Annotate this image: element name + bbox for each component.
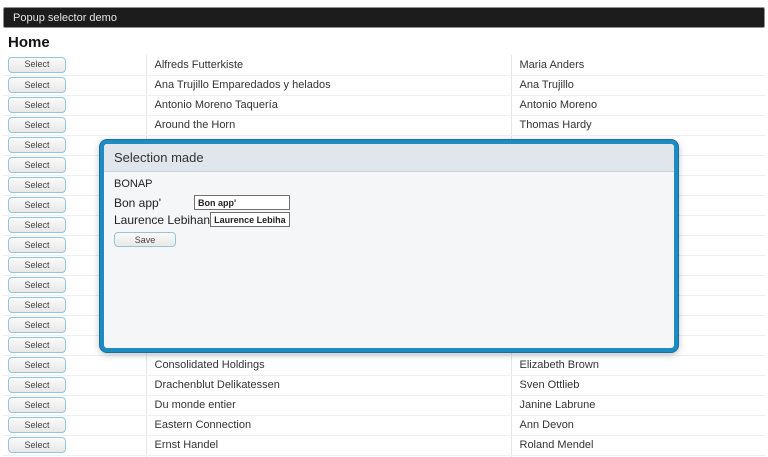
select-cell: Select — [3, 415, 146, 436]
select-button[interactable]: Select — [8, 217, 66, 233]
select-button[interactable]: Select — [8, 197, 66, 213]
contact-cell: Thomas Hardy — [510, 115, 765, 136]
contact-cell: Antonio Moreno — [510, 95, 765, 116]
company-cell: Drachenblut Delikatessen — [145, 375, 511, 396]
select-cell: Select — [3, 375, 146, 396]
contact-cell: Ana Trujillo — [510, 75, 765, 96]
contact-field-row: Laurence Lebihan — [114, 212, 290, 227]
company-cell: Eastern Connection — [145, 415, 511, 436]
contact-field-label: Laurence Lebihan — [114, 212, 211, 227]
select-button[interactable]: Select — [8, 117, 66, 133]
table-row: Select Ernst Handel Roland Mendel — [3, 435, 765, 456]
company-cell: Alfreds Futterkiste — [145, 55, 511, 76]
select-button[interactable]: Select — [8, 257, 66, 273]
table-row: Select Antonio Moreno Taquería Antonio Mor… — [3, 95, 765, 116]
save-button[interactable]: Save — [114, 232, 176, 247]
select-button[interactable]: Select — [8, 417, 66, 433]
table-row: Select Consolidated Holdings Elizabeth Bro… — [3, 355, 765, 376]
contact-cell: Sven Ottlieb — [510, 375, 765, 396]
select-cell: Select — [3, 115, 146, 136]
select-cell: Select — [3, 395, 146, 416]
select-button[interactable]: Select — [8, 237, 66, 253]
select-button[interactable]: Select — [8, 137, 66, 153]
selection-dialog: Selection made BONAP Bon app' Laurence L… — [100, 140, 678, 352]
dialog-body: BONAP Bon app' Laurence Lebihan Save — [104, 172, 674, 253]
select-cell: Select — [3, 435, 146, 456]
page-title: Home — [8, 34, 50, 51]
app-title: Popup selector demo — [13, 11, 117, 24]
select-button[interactable]: Select — [8, 357, 66, 373]
select-cell: Select — [3, 95, 146, 116]
table-row: Select Drachenblut Delikatessen Sven Ottli… — [3, 375, 765, 396]
company-cell: Ernst Handel — [145, 435, 511, 456]
table-row: Select Ana Trujillo Emparedados y helados… — [3, 75, 765, 96]
company-field-label: Bon app' — [114, 195, 161, 210]
select-cell: Select — [3, 355, 146, 376]
contact-cell: Roland Mendel — [510, 435, 765, 456]
select-button[interactable]: Select — [8, 277, 66, 293]
top-navbar: Popup selector demo — [3, 7, 765, 28]
select-button[interactable]: Select — [8, 377, 66, 393]
select-button[interactable]: Select — [8, 337, 66, 353]
select-button[interactable]: Select — [8, 56, 66, 73]
select-cell: Select — [3, 75, 146, 96]
company-field-input[interactable] — [194, 195, 290, 210]
table-row: Select Eastern Connection Ann Devon — [3, 415, 765, 436]
select-button[interactable]: Select — [8, 437, 66, 453]
table-row: Select Around the Horn Thomas Hardy — [3, 115, 765, 136]
table-row: Select Du monde entier Janine Labrune — [3, 395, 765, 416]
contact-cell: Ann Devon — [510, 415, 765, 436]
select-button[interactable]: Select — [8, 317, 66, 333]
contact-cell: Maria Anders — [510, 55, 765, 76]
company-cell: Around the Horn — [145, 115, 511, 136]
company-cell: Ana Trujillo Emparedados y helados — [145, 75, 511, 96]
contact-field-input[interactable] — [210, 212, 290, 227]
select-button[interactable]: Select — [8, 77, 66, 93]
company-cell: Du monde entier — [145, 395, 511, 416]
customer-code: BONAP — [114, 178, 153, 190]
company-cell: Consolidated Holdings — [145, 355, 511, 376]
select-button[interactable]: Select — [8, 297, 66, 313]
select-cell: Select — [3, 55, 146, 76]
dialog-title: Selection made — [104, 144, 674, 172]
company-field-row: Bon app' — [114, 195, 290, 210]
contact-cell: Elizabeth Brown — [510, 355, 765, 376]
select-button[interactable]: Select — [8, 397, 66, 413]
select-button[interactable]: Select — [8, 177, 66, 193]
select-button[interactable]: Select — [8, 97, 66, 113]
company-cell: Antonio Moreno Taquería — [145, 95, 511, 116]
contact-cell: Janine Labrune — [510, 395, 765, 416]
select-button[interactable]: Select — [8, 157, 66, 173]
table-row: Select Alfreds Futterkiste Maria Anders — [3, 55, 765, 76]
